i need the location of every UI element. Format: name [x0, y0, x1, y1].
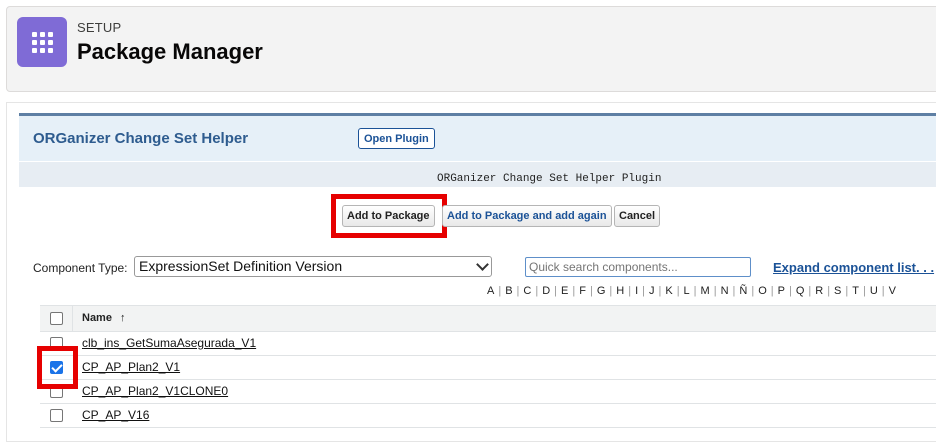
alphabet-letter-ñ[interactable]: Ñ [739, 285, 747, 297]
alphabet-letter-b[interactable]: B [505, 285, 512, 297]
component-name-link[interactable]: CP_AP_Plan2_V1CLONE0 [82, 384, 228, 398]
alphabet-separator: | [676, 285, 680, 297]
name-column-label: Name [82, 312, 112, 324]
alphabet-separator: | [628, 285, 632, 297]
alphabet-separator: | [770, 285, 774, 297]
alphabet-separator: | [827, 285, 831, 297]
add-and-again-button[interactable]: Add to Package and add again [442, 205, 612, 227]
highlight-checkbox [37, 346, 78, 389]
alphabet-letter-v[interactable]: V [889, 285, 896, 297]
component-type-label: Component Type: [33, 261, 128, 275]
app-grid-icon[interactable] [17, 17, 67, 67]
alphabet-separator: | [498, 285, 502, 297]
open-plugin-button[interactable]: Open Plugin [358, 128, 435, 149]
setup-breadcrumb[interactable]: SETUP [77, 20, 121, 35]
table-row [40, 404, 936, 428]
expand-component-list-link[interactable]: Expand component list. . . [773, 260, 934, 275]
alphabet-separator: | [862, 285, 866, 297]
alphabet-separator: | [751, 285, 755, 297]
alphabet-letter-i[interactable]: I [635, 285, 638, 297]
header-divider [72, 305, 73, 332]
alphabet-letter-d[interactable]: D [542, 285, 550, 297]
component-type-select[interactable]: ExpressionSet Definition Version [134, 256, 492, 277]
alphabet-letter-t[interactable]: T [852, 285, 859, 297]
alphabet-separator: | [535, 285, 539, 297]
alphabet-separator: | [808, 285, 812, 297]
alphabet-letter-l[interactable]: L [684, 285, 690, 297]
plugin-title: ORGanizer Change Set Helper [33, 130, 249, 147]
alphabet-separator: | [642, 285, 645, 297]
component-name-link[interactable]: CP_AP_Plan2_V1 [82, 360, 180, 374]
alphabet-separator: | [845, 285, 849, 297]
alphabet-separator: | [572, 285, 576, 297]
alphabet-separator: | [554, 285, 558, 297]
alphabet-letter-k[interactable]: K [665, 285, 672, 297]
component-name-link[interactable]: clb_ins_GetSumaAsegurada_V1 [82, 336, 256, 350]
cancel-button[interactable]: Cancel [614, 205, 661, 227]
alphabet-separator: | [609, 285, 613, 297]
alphabet-letter-p[interactable]: P [778, 285, 785, 297]
sort-ascending-icon: ↑ [120, 312, 126, 324]
alphabet-letter-m[interactable]: M [701, 285, 710, 297]
table-header [40, 305, 936, 332]
alphabet-separator: | [732, 285, 736, 297]
component-type-value: ExpressionSet Definition Version [139, 258, 343, 274]
select-all-checkbox[interactable] [50, 312, 63, 325]
alphabet-separator: | [516, 285, 520, 297]
alphabet-letter-j[interactable]: J [649, 285, 655, 297]
alphabet-letter-c[interactable]: C [523, 285, 531, 297]
page-title: Package Manager [77, 39, 263, 64]
alphabet-letter-o[interactable]: O [758, 285, 767, 297]
alphabet-letter-q[interactable]: Q [796, 285, 805, 297]
alphabet-letter-r[interactable]: R [815, 285, 823, 297]
alphabet-separator: | [693, 285, 697, 297]
row-checkbox[interactable] [50, 409, 63, 422]
alphabet-letter-u[interactable]: U [870, 285, 878, 297]
alphabet-separator: | [589, 285, 593, 297]
component-name-link[interactable]: CP_AP_V16 [82, 408, 149, 422]
alphabet-separator: | [713, 285, 717, 297]
name-column-header[interactable]: Name ↑ [82, 312, 126, 324]
plugin-subtitle: ORGanizer Change Set Helper Plugin [437, 173, 662, 185]
alphabet-letter-g[interactable]: G [597, 285, 606, 297]
alphabet-letter-h[interactable]: H [616, 285, 624, 297]
alphabet-letter-n[interactable]: N [721, 285, 729, 297]
chevron-down-icon [476, 258, 489, 271]
alphabet-letter-s[interactable]: S [834, 285, 841, 297]
alphabet-filter: A | B | C | D | E | F | G | H | I | J | K | L | M | N | Ñ | O | P | Q | R | S |… [487, 285, 896, 297]
alphabet-separator: | [788, 285, 792, 297]
alphabet-separator: | [881, 285, 885, 297]
alphabet-letter-a[interactable]: A [487, 285, 494, 297]
alphabet-letter-e[interactable]: E [561, 285, 568, 297]
alphabet-separator: | [658, 285, 662, 297]
add-to-package-button[interactable]: Add to Package [342, 205, 435, 227]
alphabet-letter-f[interactable]: F [579, 285, 586, 297]
quick-search-input[interactable] [525, 257, 751, 277]
